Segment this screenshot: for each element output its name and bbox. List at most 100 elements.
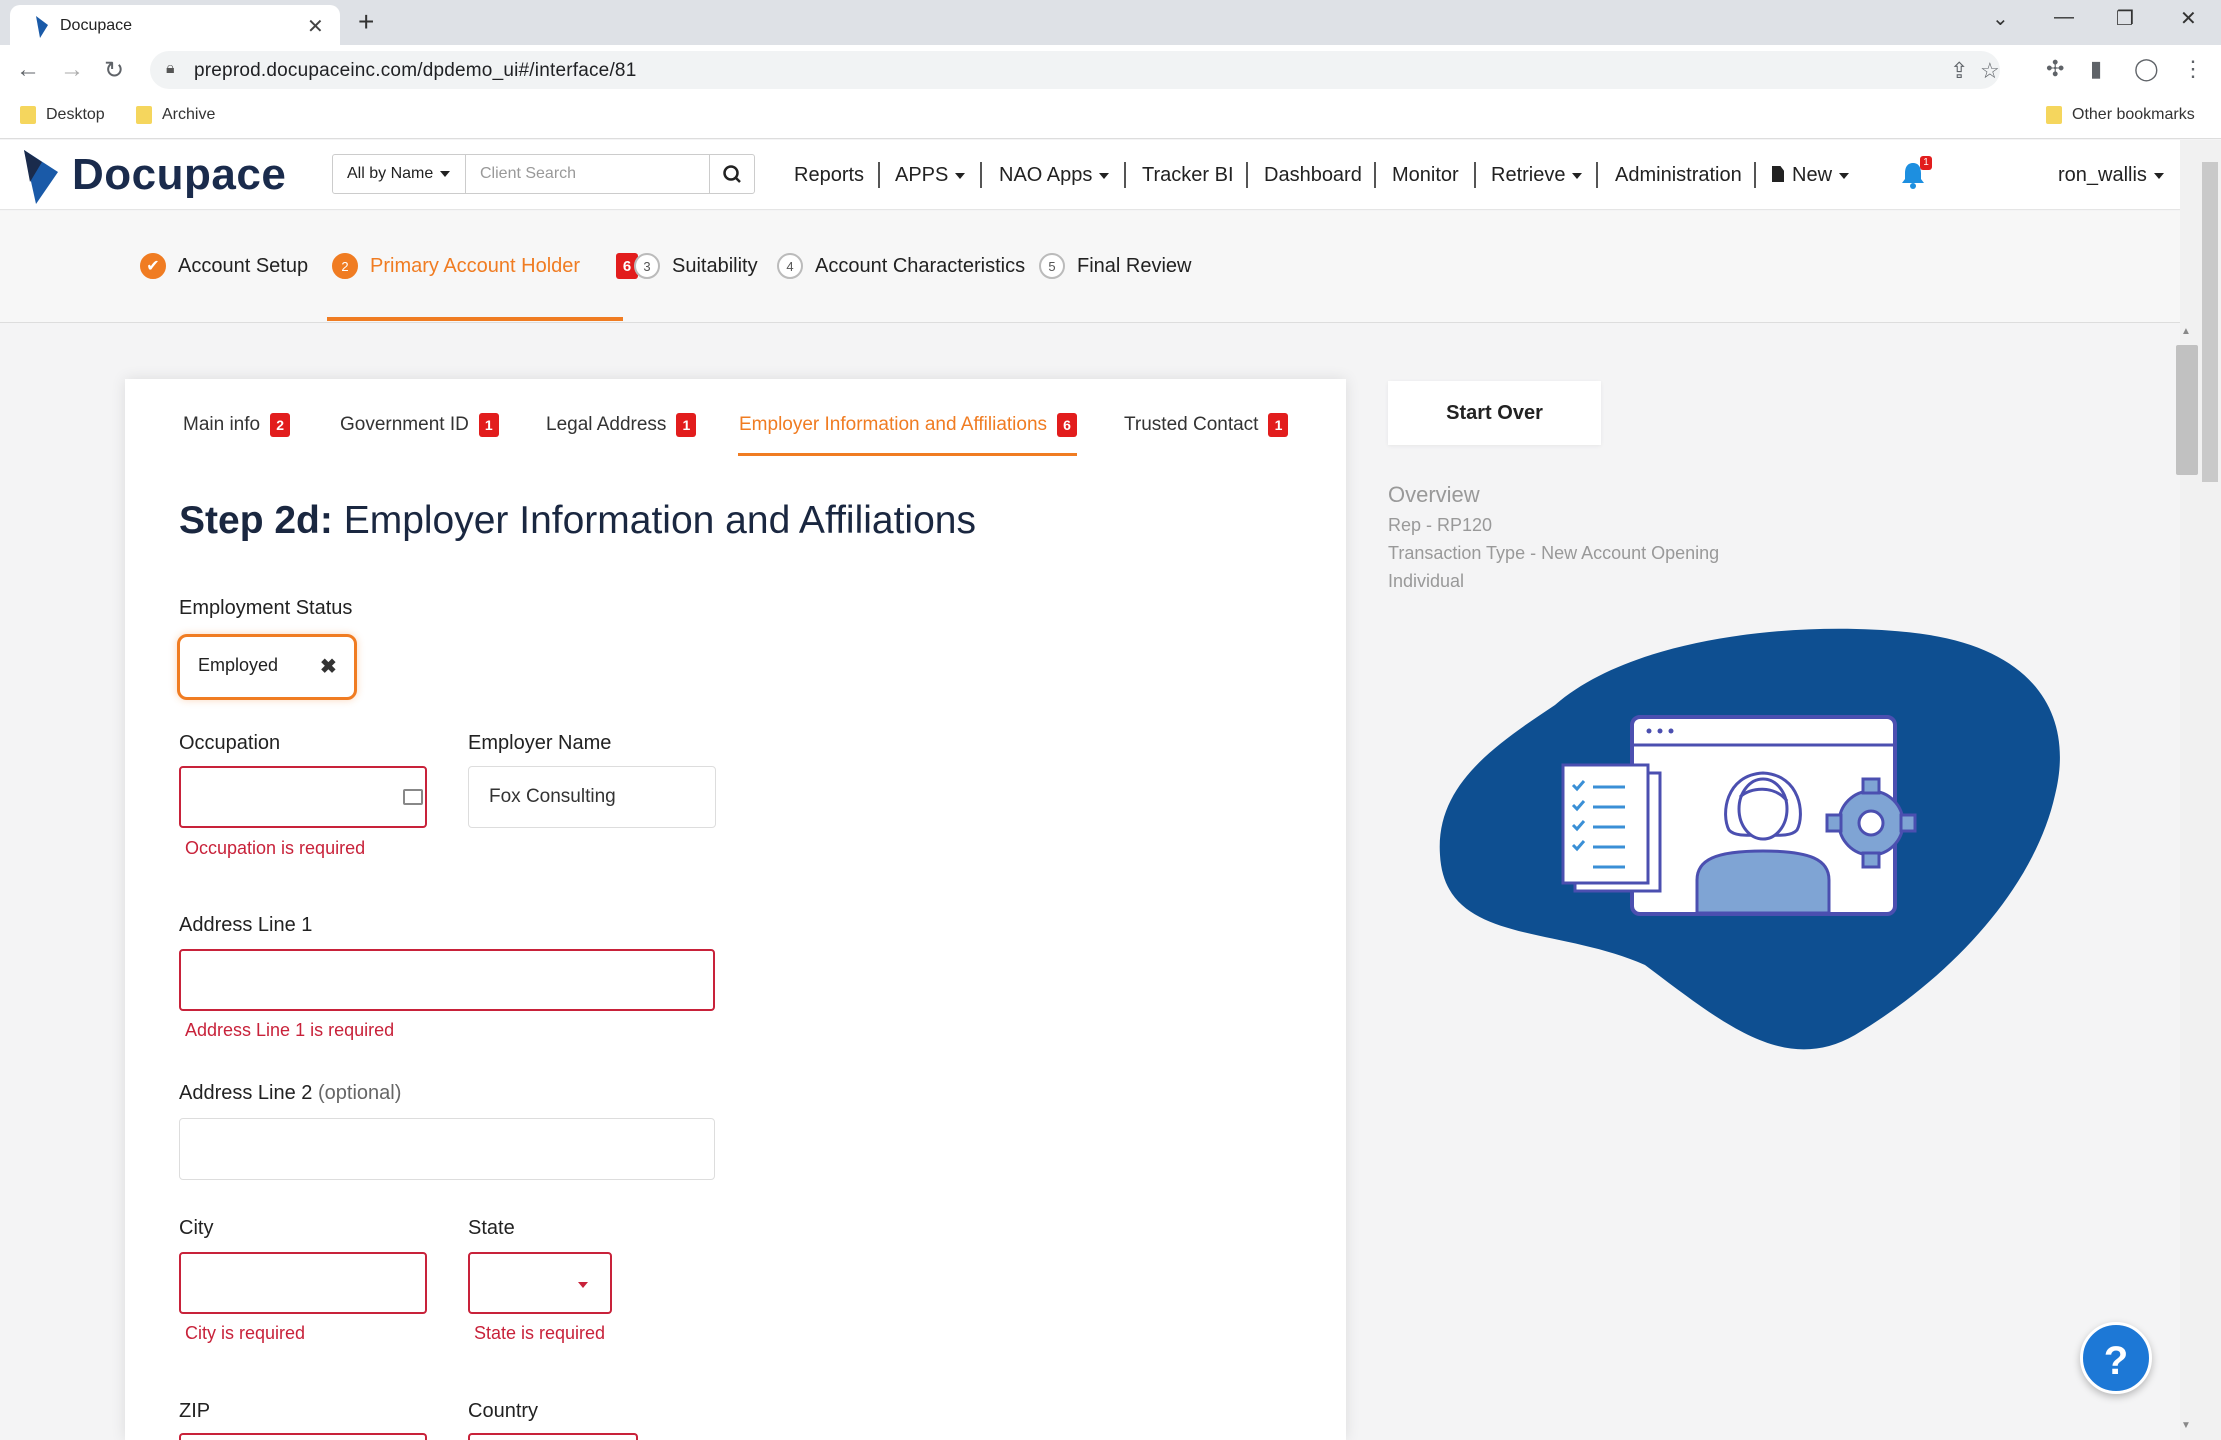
profile-avatar-icon[interactable]: ◯ [2134, 56, 2159, 82]
country-label: Country [468, 1400, 539, 1422]
lock-icon: 🔒︎ [166, 60, 175, 77]
bookmark-label: Archive [162, 106, 216, 123]
city-input[interactable] [179, 1252, 427, 1314]
active-subtab-indicator [738, 453, 1077, 456]
subtab-error-badge: 1 [1268, 413, 1289, 437]
scroll-down-arrow-icon[interactable]: ▼ [2181, 1420, 2191, 1431]
zip-input[interactable] [179, 1433, 427, 1440]
state-select[interactable] [468, 1252, 612, 1314]
nav-divider [1474, 162, 1476, 188]
step-number: 3 [634, 253, 660, 279]
folder-icon [2046, 106, 2062, 124]
subtab-label: Main info [183, 414, 261, 435]
subtab-main-info[interactable]: Main info 2 [183, 413, 291, 437]
bookmark-star-icon[interactable]: ☆ [1980, 58, 2000, 84]
step-label: Suitability [672, 254, 758, 277]
subtab-error-badge: 1 [676, 413, 697, 437]
notification-badge: 1 [1920, 156, 1932, 170]
subtab-employer-information[interactable]: Employer Information and Affiliations 6 [739, 413, 1078, 437]
side-panel-icon[interactable]: ▮ [2090, 56, 2102, 82]
other-bookmarks[interactable]: Other bookmarks [2046, 106, 2195, 124]
start-over-button[interactable]: Start Over [1388, 381, 1601, 445]
onboarding-illustration [1439, 628, 2060, 1050]
extensions-icon[interactable]: ✣ [2046, 56, 2064, 82]
subtab-error-badge: 6 [1057, 413, 1078, 437]
new-tab-icon[interactable]: + [358, 6, 374, 38]
search-button[interactable] [709, 154, 755, 194]
document-icon [1772, 166, 1784, 182]
browser-tab[interactable]: Docupace ✕ [10, 5, 340, 45]
browser-menu-icon[interactable]: ⋮ [2182, 56, 2204, 82]
employer-name-input[interactable] [468, 766, 716, 828]
step-label: Primary Account Holder [370, 254, 581, 277]
search-scope-dropdown[interactable]: All by Name [332, 154, 466, 194]
nav-administration[interactable]: Administration [1615, 164, 1742, 187]
bookmark-archive[interactable]: Archive [136, 106, 215, 124]
docupace-favicon-icon [36, 16, 48, 38]
subtab-government-id[interactable]: Government ID 1 [340, 413, 499, 437]
nav-dashboard[interactable]: Dashboard [1264, 164, 1362, 187]
browser-tab-strip: Docupace ✕ + ⌄ — ❐ ✕ [0, 0, 2221, 45]
browser-scroll-thumb[interactable] [2202, 162, 2218, 482]
nav-nao-apps[interactable]: NAO Apps [999, 164, 1110, 187]
share-icon[interactable]: ⇪ [1950, 58, 1968, 84]
chevron-down-icon [578, 1282, 588, 1288]
tab-close-icon[interactable]: ✕ [307, 14, 324, 39]
client-search-input[interactable] [465, 154, 710, 194]
step-suitability[interactable]: 3 Suitability [634, 253, 758, 279]
scroll-up-arrow-icon[interactable]: ▲ [2181, 326, 2191, 337]
subtab-legal-address[interactable]: Legal Address 1 [546, 413, 697, 437]
nav-apps[interactable]: APPS [895, 164, 966, 187]
step-primary-account-holder[interactable]: 2 Primary Account Holder 6 [332, 253, 639, 279]
help-button[interactable]: ? [2080, 1322, 2152, 1394]
chevron-down-icon [440, 170, 451, 177]
address-line-1-input[interactable] [179, 949, 715, 1011]
city-label: City [179, 1217, 214, 1239]
url-text: preprod.docupaceinc.com/dpdemo_ui#/inter… [194, 60, 637, 81]
nav-apps-label: APPS [895, 164, 949, 186]
chevron-down-icon [1839, 172, 1850, 179]
app-header: Docupace All by Name Reports APPS NAO Ap… [0, 140, 2180, 210]
tab-title: Docupace [60, 17, 133, 34]
nav-divider [878, 162, 880, 188]
city-error: City is required [185, 1323, 306, 1343]
user-menu[interactable]: ron_wallis [2058, 164, 2164, 187]
address-line-2-label: Address Line 2 (optional) [179, 1082, 401, 1105]
overview-account-type: Individual [1388, 571, 1465, 591]
subtab-trusted-contact[interactable]: Trusted Contact 1 [1124, 413, 1289, 437]
occupation-field[interactable] [179, 766, 427, 828]
step-final-review[interactable]: 5 Final Review [1039, 253, 1191, 279]
window-close-icon[interactable]: ✕ [2180, 6, 2197, 31]
nav-monitor[interactable]: Monitor [1392, 164, 1459, 187]
step-label: Account Setup [178, 254, 309, 277]
nav-tracker-bi[interactable]: Tracker BI [1142, 164, 1234, 187]
address-bar[interactable]: 🔒︎ preprod.docupaceinc.com/dpdemo_ui#/in… [150, 51, 2000, 89]
step-account-characteristics[interactable]: 4 Account Characteristics [777, 253, 1025, 279]
bookmark-desktop[interactable]: Desktop [20, 106, 105, 124]
browser-toolbar: ← → ↻ 🔒︎ preprod.docupaceinc.com/dpdemo_… [0, 45, 2221, 97]
country-select[interactable] [468, 1433, 638, 1440]
tab-search-icon[interactable]: ⌄ [1992, 6, 2009, 31]
subtab-label: Trusted Contact [1124, 414, 1259, 435]
step-number: 2 [332, 253, 358, 279]
address-line-2-input[interactable] [179, 1118, 715, 1180]
bookmarks-bar: Desktop Archive Other bookmarks [0, 97, 2221, 139]
content-scroll-thumb[interactable] [2176, 345, 2198, 475]
nav-retrieve[interactable]: Retrieve [1491, 164, 1583, 187]
back-icon[interactable]: ← [16, 56, 40, 84]
reload-icon[interactable]: ↻ [104, 56, 124, 85]
step-account-setup[interactable]: ✔ Account Setup [140, 253, 308, 279]
employment-status-select[interactable]: Employed ✖ [177, 634, 357, 700]
restore-icon[interactable]: ❐ [2116, 6, 2134, 31]
minimize-icon[interactable]: — [2054, 6, 2074, 29]
search-icon [723, 165, 741, 183]
list-picker-icon[interactable] [403, 789, 423, 805]
state-error: State is required [474, 1323, 606, 1343]
bookmark-label: Other bookmarks [2072, 106, 2195, 123]
clear-icon[interactable]: ✖ [320, 654, 337, 679]
overview-title: Overview [1388, 482, 1480, 507]
app-logo-text[interactable]: Docupace [72, 150, 286, 200]
nav-reports[interactable]: Reports [794, 164, 864, 187]
forward-icon[interactable]: → [60, 56, 84, 84]
nav-new[interactable]: New [1772, 164, 1850, 187]
